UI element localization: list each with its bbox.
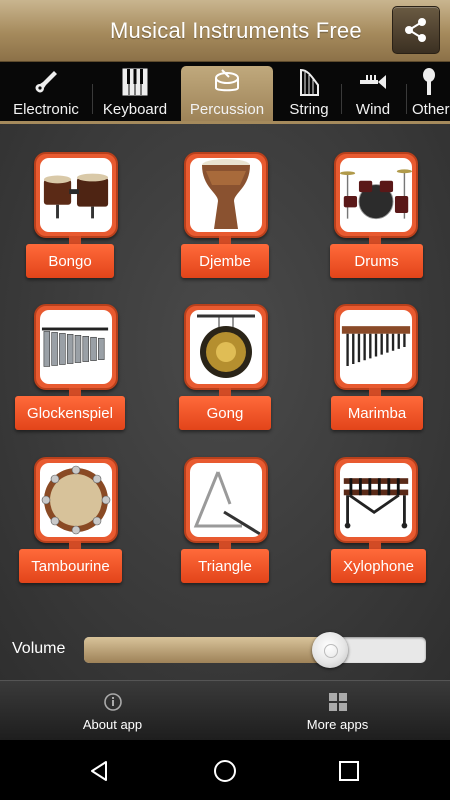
instrument-label: Triangle (181, 549, 269, 583)
back-icon (91, 761, 107, 781)
drum-kit-icon (340, 169, 412, 220)
volume-slider[interactable] (84, 637, 426, 663)
instrument-tambourine[interactable]: Tambourine (0, 429, 150, 583)
tab-other[interactable]: Other (412, 66, 450, 121)
gong-icon (197, 314, 255, 378)
tab-label: Wind (355, 101, 391, 118)
piano-keys-icon (122, 68, 148, 96)
tab-divider (406, 84, 407, 114)
tab-string[interactable]: String (280, 66, 338, 121)
xylophone-icon (343, 478, 409, 529)
instrument-djembe[interactable]: Djembe (150, 124, 300, 278)
tab-label: Other (412, 101, 450, 118)
glockenspiel-icon (41, 327, 109, 367)
about-app-button[interactable]: About app (0, 681, 225, 741)
instrument-xylophone[interactable]: Xylophone (300, 429, 450, 583)
triangle-icon (193, 471, 261, 536)
more-apps-button[interactable]: More apps (225, 681, 450, 741)
back-button[interactable] (84, 756, 114, 786)
tab-label: Percussion (189, 101, 265, 118)
trumpet-icon (360, 75, 386, 89)
tambourine-icon (41, 465, 111, 535)
harp-icon (300, 68, 319, 96)
bongo-icon (43, 173, 109, 219)
electric-guitar-icon (35, 71, 57, 93)
home-icon (214, 760, 236, 782)
share-icon (405, 18, 426, 42)
instrument-label: Marimba (331, 396, 423, 430)
instrument-label: Xylophone (331, 549, 426, 583)
tab-label: Keyboard (102, 101, 168, 118)
about-app-label: About app (82, 716, 143, 732)
instrument-grid: Bongo Djembe Drums Glockenspiel Gong Mar… (0, 124, 450, 680)
instrument-label: Glockenspiel (15, 396, 125, 430)
category-tabs: Electronic Keyboard Percussion String Wi… (0, 62, 450, 124)
volume-label: Volume (12, 640, 66, 657)
info-icon (103, 692, 122, 711)
tab-divider (92, 84, 93, 114)
volume-fill (84, 637, 330, 663)
instrument-glockenspiel[interactable]: Glockenspiel (0, 276, 150, 430)
grid-icon (328, 692, 347, 711)
instrument-marimba[interactable]: Marimba (300, 276, 450, 430)
tab-divider (341, 84, 342, 114)
microphone-icon (423, 68, 435, 95)
tab-electronic[interactable]: Electronic (6, 66, 86, 121)
instrument-label: Tambourine (19, 549, 122, 583)
tab-label: String (289, 101, 329, 118)
tab-wind[interactable]: Wind (347, 66, 399, 121)
instrument-triangle[interactable]: Triangle (150, 429, 300, 583)
drum-icon (215, 69, 239, 92)
tab-keyboard[interactable]: Keyboard (98, 66, 172, 121)
share-button[interactable] (392, 6, 440, 54)
instrument-label: Drums (330, 244, 423, 278)
tab-label: Electronic (13, 101, 79, 118)
instrument-label: Djembe (181, 244, 269, 278)
marimba-icon (341, 326, 411, 366)
bottom-bar: About app More apps (0, 680, 450, 740)
system-navigation-bar (0, 740, 450, 800)
more-apps-label: More apps (306, 716, 369, 732)
home-button[interactable] (210, 756, 240, 786)
volume-thumb[interactable] (312, 632, 348, 668)
recents-button[interactable] (334, 756, 364, 786)
recents-icon (339, 761, 359, 781)
instrument-gong[interactable]: Gong (150, 276, 300, 430)
tab-percussion[interactable]: Percussion (181, 66, 273, 121)
app-title: Musical Instruments Free (110, 18, 362, 43)
djembe-icon (202, 159, 250, 229)
app-header: Musical Instruments Free (0, 0, 450, 62)
instrument-label: Gong (179, 396, 271, 430)
instrument-bongo[interactable]: Bongo (0, 124, 150, 278)
instrument-drums[interactable]: Drums (300, 124, 450, 278)
instrument-label: Bongo (26, 244, 114, 278)
